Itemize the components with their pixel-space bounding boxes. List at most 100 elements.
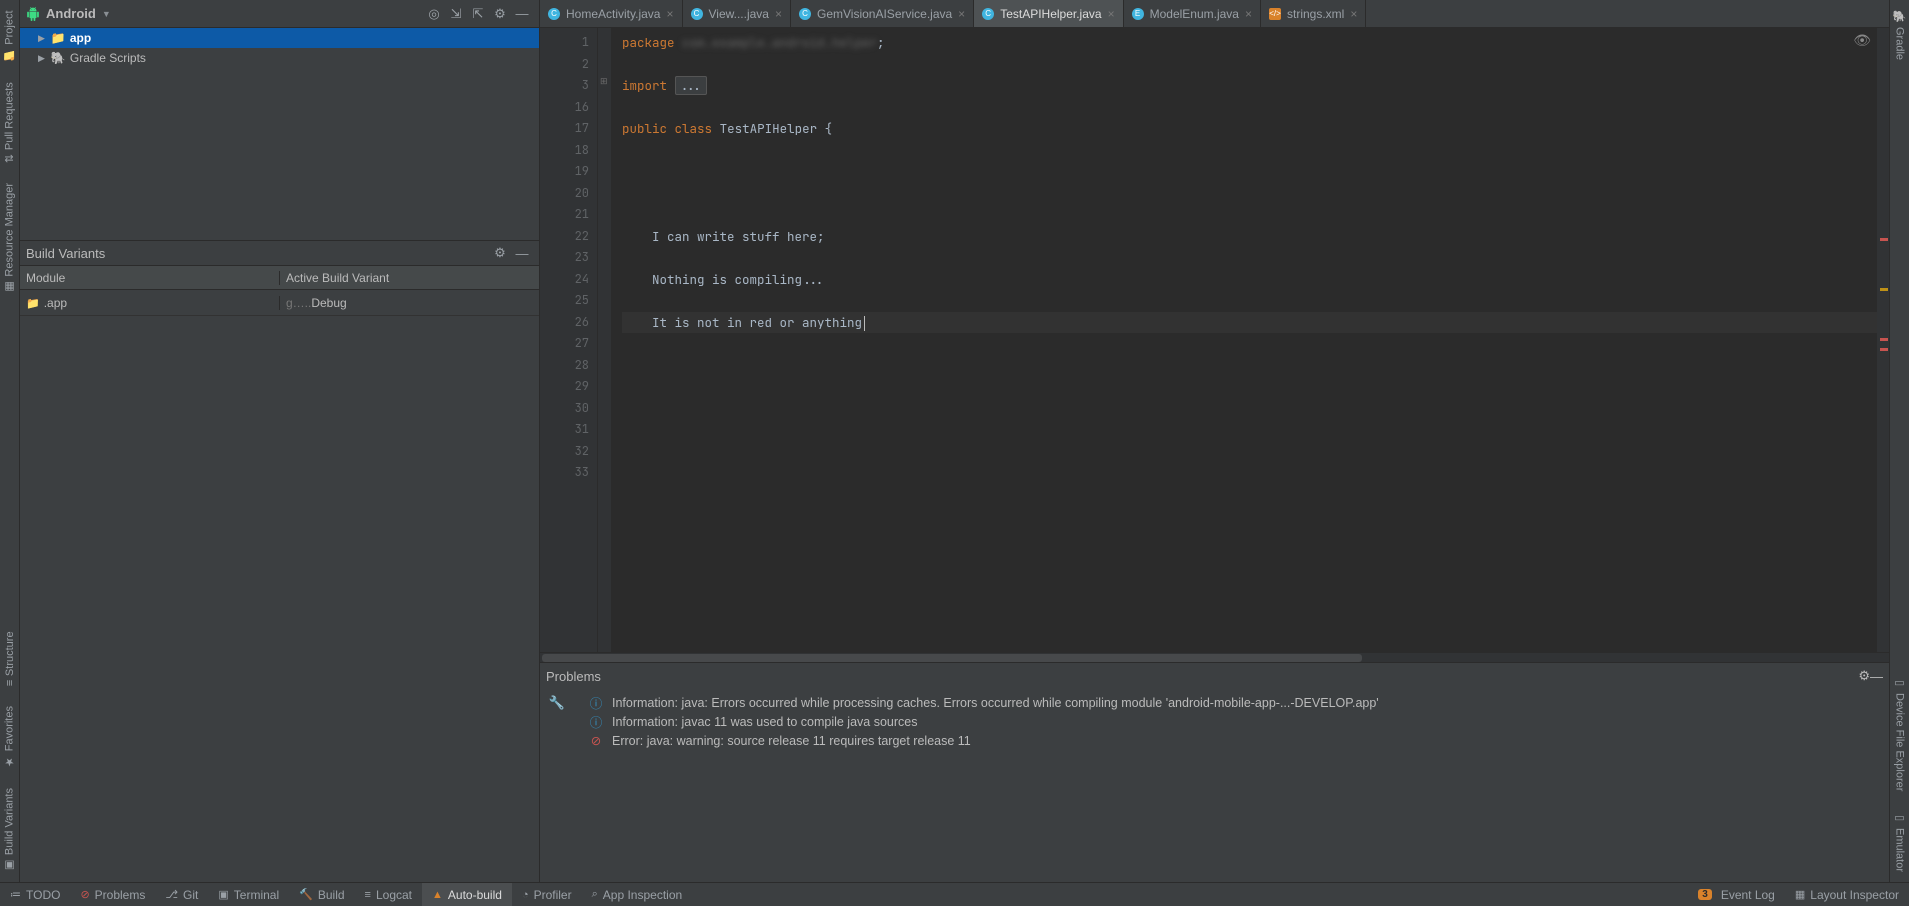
build-variants-tool-tab[interactable]: ▣Build Variants [1,778,18,882]
logcat-tab[interactable]: ≡Logcat [355,883,422,906]
structure-tool-tab[interactable]: ≡Structure [2,621,18,696]
hammer-icon: 🔨 [299,888,313,901]
module-icon: 📁 [51,31,66,45]
problem-row[interactable]: ⓘ Information: java: Errors occurred whil… [574,693,1889,712]
right-tool-gutter: 🐘Gradle ▭Device File Explorer ▭Emulator [1889,0,1909,882]
gradle-tool-tab[interactable]: 🐘Gradle [1891,0,1908,70]
overview-error-mark[interactable] [1880,348,1888,351]
editor-tab[interactable]: C HomeActivity.java × [540,0,683,27]
left-panel: Android ▼ ◎ ⇲ ⇱ ⚙ — ▶ 📁 app ▶ 🐘 Gradle S [20,0,540,882]
build-tab[interactable]: 🔨Build [289,883,354,906]
profiler-tab[interactable]: ◔Profiler [512,883,582,906]
problems-list[interactable]: ⓘ Information: java: Errors occurred whil… [574,689,1889,882]
chevron-down-icon: ▼ [102,9,111,19]
panel-settings-button[interactable]: ⚙ [489,242,511,264]
structure-icon: ≡ [4,679,16,685]
inspection-eye-icon[interactable]: 👁 [1853,32,1871,49]
fold-gutter: ⊞ [598,28,612,652]
problems-tab[interactable]: ⊘Problems [70,883,155,906]
overview-warning-mark[interactable] [1880,288,1888,291]
editor-tab[interactable]: E ModelEnum.java × [1124,0,1261,27]
pull-requests-tool-tab[interactable]: ⇅Pull Requests [1,72,18,173]
panel-settings-button[interactable]: ⚙ [489,3,511,25]
scrollbar-thumb[interactable] [542,654,1362,662]
select-opened-file-button[interactable]: ◎ [423,3,445,25]
favorites-tool-tab[interactable]: ★Favorites [1,696,18,778]
problem-text: Information: java: Errors occurred while… [612,696,1379,710]
editor-tab[interactable]: C GemVisionAIService.java × [791,0,974,27]
editor-area[interactable]: 123161718192021222324252627282930313233 … [540,28,1889,652]
editor-tab[interactable]: CTestAPIHelper.java× [974,0,1123,27]
wrench-icon[interactable]: 🔧 [549,695,565,711]
event-log-tab[interactable]: 3Event Log [1688,883,1785,906]
project-view-dropdown[interactable]: Android [46,6,96,21]
panel-hide-button[interactable]: — [1870,669,1883,684]
terminal-tab[interactable]: ▣Terminal [208,883,289,906]
layout-icon: ▦ [1795,888,1805,901]
left-tool-gutter: 📁Project ⇅Pull Requests ▦Resource Manage… [0,0,20,882]
close-icon[interactable]: × [1108,7,1115,21]
close-icon[interactable]: × [775,7,782,21]
tree-label: Gradle Scripts [70,51,146,65]
table-row[interactable]: 📁.app g…..Debug [20,290,539,316]
info-icon: ⓘ [588,712,604,731]
resource-manager-tool-tab[interactable]: ▦Resource Manager [1,173,18,304]
device-file-explorer-tool-tab[interactable]: ▭Device File Explorer [1891,666,1908,801]
class-file-icon: C [799,8,811,20]
git-tab[interactable]: ⎇Git [155,883,208,906]
resource-icon: ▦ [3,280,16,293]
layout-inspector-tab[interactable]: ▦Layout Inspector [1785,883,1909,906]
problems-header: Problems ⚙ — [540,663,1889,689]
editor-tab[interactable]: CView....java× [683,0,792,27]
class-file-icon: E [1132,8,1144,20]
panel-hide-button[interactable]: — [511,242,533,264]
problem-row[interactable]: ⊘Error: java: warning: source release 11… [574,731,1889,750]
tab-label: GemVisionAIService.java [817,7,952,21]
expand-all-button[interactable]: ⇲ [445,3,467,25]
branch-icon: ⎇ [165,888,178,901]
close-icon[interactable]: × [958,7,965,21]
variant-cell[interactable]: g…..Debug [280,296,539,310]
overview-error-mark[interactable] [1880,238,1888,241]
close-icon[interactable]: × [1350,7,1357,21]
project-tool-tab[interactable]: 📁Project [1,0,18,72]
editor-horizontal-scrollbar[interactable] [540,652,1889,662]
todo-tab[interactable]: ≔TODO [0,883,70,906]
error-icon: ⊘ [80,888,89,901]
tab-label: HomeActivity.java [566,7,660,21]
tab-label: ModelEnum.java [1150,7,1239,21]
fold-plus-icon[interactable]: ⊞ [600,76,608,87]
class-file-icon: C [548,8,560,20]
tree-node-app[interactable]: ▶ 📁 app [20,28,539,48]
panel-settings-button[interactable]: ⚙ [1858,668,1870,684]
info-icon: ⓘ [588,693,604,712]
editor-tab[interactable]: </>strings.xml× [1261,0,1366,27]
folder-icon: 📁 [3,48,16,61]
close-icon[interactable]: × [1245,7,1252,21]
module-icon: 📁 [26,298,40,310]
android-icon [26,7,40,21]
event-log-badge: 3 [1698,889,1712,900]
tab-label: TestAPIHelper.java [1000,7,1101,21]
project-tree[interactable]: ▶ 📁 app ▶ 🐘 Gradle Scripts [20,28,539,240]
gradle-icon: 🐘 [51,51,66,65]
logcat-icon: ≡ [365,889,371,901]
emulator-tool-tab[interactable]: ▭Emulator [1891,801,1908,882]
app-inspection-tab[interactable]: ⌕App Inspection [582,883,693,906]
problem-text: Error: java: warning: source release 11 … [612,734,971,748]
auto-build-tab[interactable]: ▲Auto-build [422,883,512,906]
tree-node-gradle-scripts[interactable]: ▶ 🐘 Gradle Scripts [20,48,539,68]
panel-hide-button[interactable]: — [511,3,533,25]
gradle-icon: 🐘 [1893,10,1906,23]
problems-title: Problems [546,669,1858,684]
problem-row[interactable]: ⓘInformation: javac 11 was used to compi… [574,712,1889,731]
collapse-all-button[interactable]: ⇱ [467,3,489,25]
overview-error-mark[interactable] [1880,338,1888,341]
list-icon: ≔ [10,888,21,901]
code-content[interactable]: package com.example.android.helper; impo… [612,28,1877,652]
chevron-right-icon: ▶ [38,53,45,64]
overview-ruler[interactable]: 👁 [1877,28,1889,652]
xml-file-icon: </> [1269,8,1281,20]
pull-request-icon: ⇅ [3,154,16,163]
close-icon[interactable]: × [666,7,673,21]
